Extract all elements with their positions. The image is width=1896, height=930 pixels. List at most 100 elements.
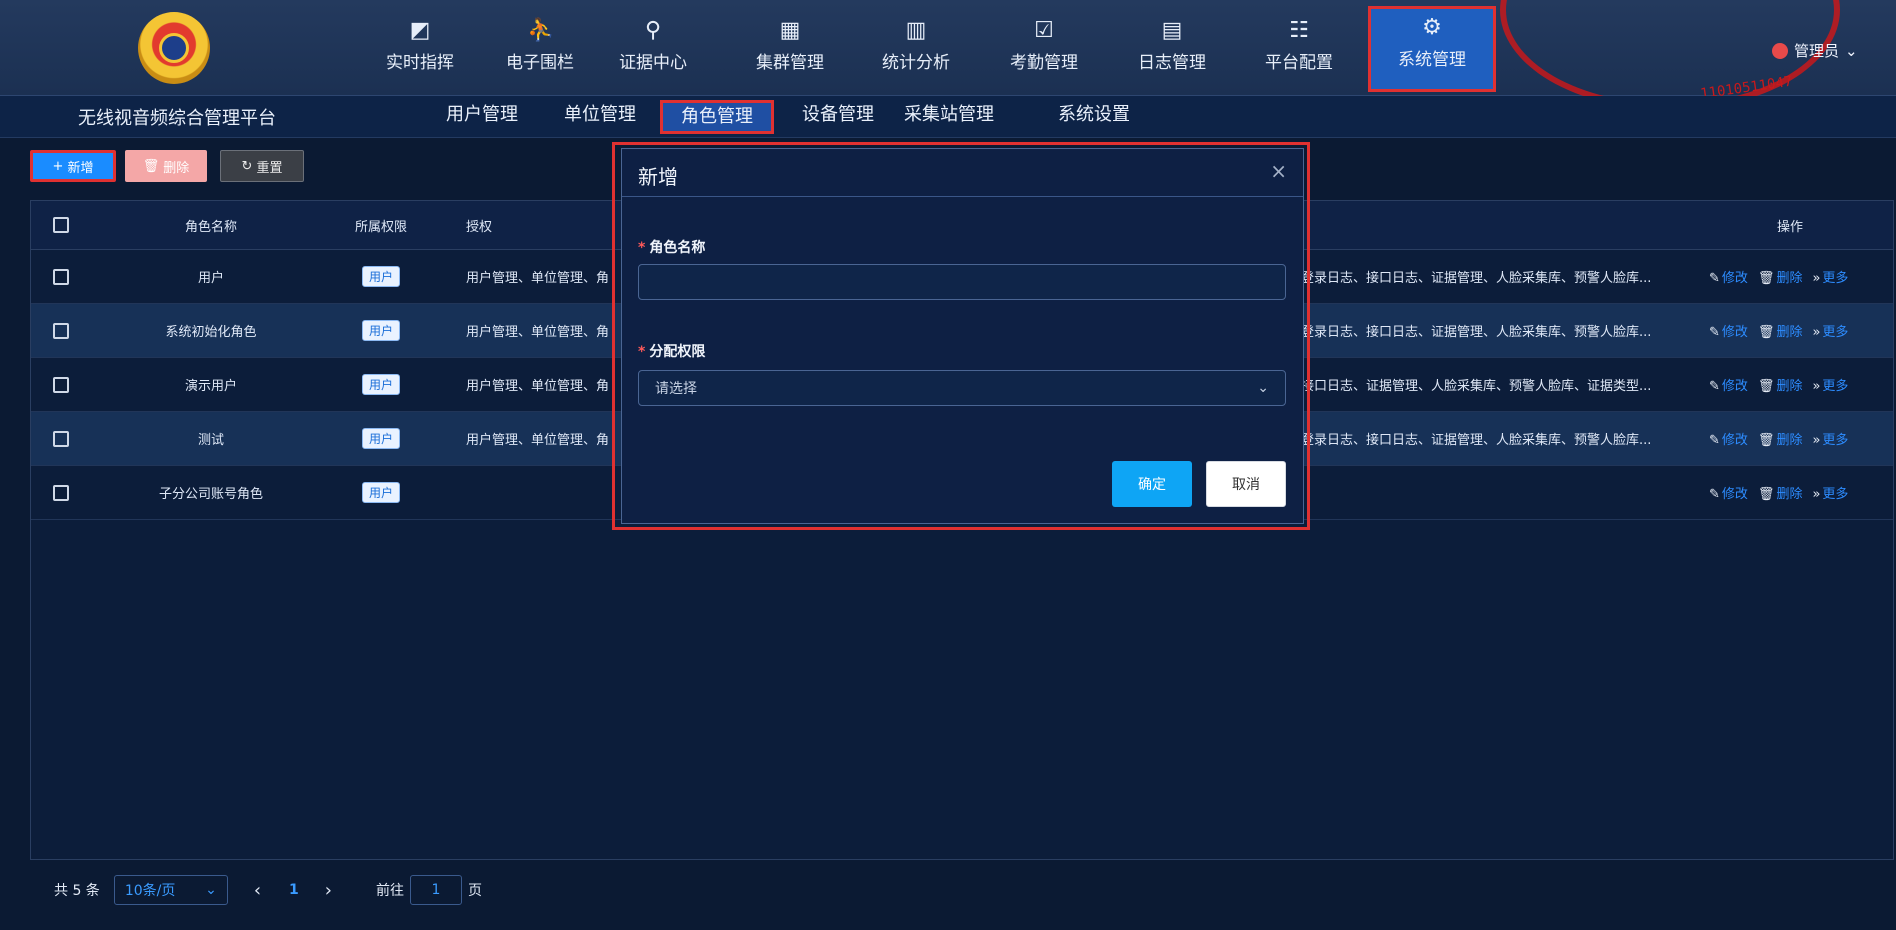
- goto-label: 前往: [375, 883, 404, 899]
- confirm-button[interactable]: 确定: [1112, 461, 1192, 507]
- scope-tag: 用户: [361, 374, 400, 395]
- role-name: 用户: [197, 271, 224, 286]
- double-chevron-icon: »: [1812, 271, 1821, 286]
- select-all-checkbox[interactable]: [53, 217, 69, 233]
- police-emblem-logo: [138, 12, 210, 84]
- header-ops: 操作: [1777, 219, 1804, 235]
- subnav-user-management[interactable]: 用户管理: [428, 100, 536, 134]
- double-chevron-icon: »: [1812, 487, 1821, 502]
- auth-text: 用户管理、单位管理、角: [466, 433, 610, 448]
- role-name: 子分公司账号角色: [158, 487, 263, 502]
- trash-icon: 🗑: [142, 158, 160, 174]
- role-name: 演示用户: [184, 379, 237, 394]
- current-page[interactable]: 1: [289, 882, 299, 898]
- more-link[interactable]: » 更多: [1812, 483, 1848, 502]
- user-name: 管理员: [1794, 42, 1840, 60]
- plus-icon: +: [52, 158, 64, 174]
- nav-statistics[interactable]: ▥ 统计分析: [866, 12, 966, 88]
- user-menu[interactable]: 管理员 ⌄: [1772, 40, 1858, 61]
- bar-chart-icon: ▥: [905, 18, 927, 43]
- role-name-input[interactable]: [638, 264, 1286, 300]
- row-checkbox[interactable]: [53, 268, 69, 285]
- delete-link[interactable]: 🗑 删除: [1758, 429, 1803, 448]
- nav-log-management[interactable]: ▤ 日志管理: [1122, 12, 1222, 88]
- more-link[interactable]: » 更多: [1812, 375, 1848, 394]
- prev-page-icon[interactable]: ‹: [254, 880, 261, 901]
- edit-link[interactable]: ✎ 修改: [1709, 267, 1748, 286]
- pencil-icon: ✎: [1709, 487, 1720, 502]
- subnav-system-settings[interactable]: 系统设置: [1040, 100, 1148, 134]
- nav-realtime-command[interactable]: ◩ 实时指挥: [370, 12, 470, 88]
- auth-text-right: 登录日志、接口日志、证据管理、人脸采集库、预警人脸库...: [1301, 433, 1652, 448]
- add-role-dialog: 新增 × * 角色名称 * 分配权限 请选择 ⌄ 确定 取消: [621, 148, 1304, 524]
- calendar-check-icon: ☑: [1034, 18, 1054, 43]
- goto-page-input[interactable]: 1: [409, 875, 462, 905]
- trash-icon: 🗑: [1757, 271, 1775, 286]
- next-page-icon[interactable]: ›: [325, 880, 332, 901]
- dialog-title: 新增: [638, 165, 678, 189]
- delete-button[interactable]: 🗑 删除: [125, 150, 207, 182]
- top-nav-bar: ◩ 实时指挥 ⛹ 电子围栏 ⚲ 证据中心 ▦ 集群管理 ▥ 统计分析 ☑ 考勤管…: [0, 0, 1896, 110]
- required-mark: *: [638, 240, 646, 256]
- fence-runner-icon: ⛹: [527, 18, 555, 43]
- role-name: 测试: [197, 433, 224, 448]
- more-link[interactable]: » 更多: [1812, 267, 1848, 286]
- config-grid-icon: ☷: [1289, 18, 1309, 43]
- permission-select[interactable]: 请选择 ⌄: [638, 370, 1286, 406]
- delete-link[interactable]: 🗑 删除: [1758, 375, 1803, 394]
- pencil-icon: ✎: [1709, 325, 1720, 340]
- double-chevron-icon: »: [1812, 379, 1821, 394]
- nav-cluster-management[interactable]: ▦ 集群管理: [740, 12, 840, 88]
- system-settings-icon: ⚙: [1422, 15, 1442, 40]
- nav-attendance[interactable]: ☑ 考勤管理: [994, 12, 1094, 88]
- log-doc-icon: ▤: [1161, 18, 1183, 43]
- edit-link[interactable]: ✎ 修改: [1709, 429, 1748, 448]
- permission-label: * 分配权限: [638, 344, 706, 360]
- subnav-station-management[interactable]: 采集站管理: [886, 100, 1012, 134]
- total-count: 共 5 条: [54, 883, 100, 899]
- required-mark: *: [638, 344, 646, 360]
- delete-link[interactable]: 🗑 删除: [1758, 267, 1803, 286]
- nav-platform-config[interactable]: ☷ 平台配置: [1249, 12, 1349, 88]
- add-button[interactable]: + 新增: [30, 150, 116, 182]
- nav-evidence-center[interactable]: ⚲ 证据中心: [603, 12, 703, 88]
- more-link[interactable]: » 更多: [1812, 321, 1848, 340]
- reset-button[interactable]: ↻ 重置: [220, 150, 304, 182]
- nav-system-management[interactable]: ⚙ 系统管理: [1368, 6, 1496, 92]
- cancel-button[interactable]: 取消: [1206, 461, 1286, 507]
- nav-geofence[interactable]: ⛹ 电子围栏: [490, 12, 590, 88]
- row-checkbox[interactable]: [53, 430, 69, 447]
- sub-nav-bar: 无线视音频综合管理平台 用户管理 单位管理 角色管理 设备管理 采集站管理 系统…: [0, 96, 1896, 138]
- delete-link[interactable]: 🗑 删除: [1758, 483, 1803, 502]
- role-name-label: * 角色名称: [638, 240, 706, 256]
- auth-text-right: 登录日志、接口日志、证据管理、人脸采集库、预警人脸库...: [1301, 271, 1652, 286]
- pagination: 共 5 条 10条/页 ⌄ ‹ 1 › 前往 1 页: [54, 875, 482, 905]
- edit-link[interactable]: ✎ 修改: [1709, 483, 1748, 502]
- scope-tag: 用户: [361, 320, 400, 341]
- row-checkbox[interactable]: [53, 322, 69, 339]
- row-checkbox[interactable]: [53, 484, 69, 501]
- pencil-icon: ✎: [1709, 271, 1720, 286]
- subnav-role-management[interactable]: 角色管理: [660, 100, 774, 134]
- edit-link[interactable]: ✎ 修改: [1709, 321, 1748, 340]
- auth-text: 用户管理、单位管理、角: [466, 271, 610, 286]
- delete-link[interactable]: 🗑 删除: [1758, 321, 1803, 340]
- subnav-device-management[interactable]: 设备管理: [784, 100, 892, 134]
- user-avatar-icon: [1772, 42, 1788, 59]
- header-scope: 所属权限: [354, 219, 407, 235]
- chevron-down-icon: ⌄: [205, 882, 217, 898]
- trash-icon: 🗑: [1757, 487, 1775, 502]
- close-icon[interactable]: ×: [1270, 159, 1287, 183]
- row-checkbox[interactable]: [53, 376, 69, 393]
- auth-text-right: 登录日志、接口日志、证据管理、人脸采集库、预警人脸库...: [1301, 325, 1652, 340]
- scope-tag: 用户: [361, 428, 400, 449]
- subnav-unit-management[interactable]: 单位管理: [546, 100, 654, 134]
- chevron-down-icon: ⌄: [1257, 380, 1269, 396]
- page-size-select[interactable]: 10条/页 ⌄: [113, 875, 228, 905]
- more-link[interactable]: » 更多: [1812, 429, 1848, 448]
- edit-link[interactable]: ✎ 修改: [1709, 375, 1748, 394]
- trash-icon: 🗑: [1757, 433, 1775, 448]
- refresh-icon: ↻: [241, 158, 253, 174]
- auth-text: 用户管理、单位管理、角: [466, 325, 610, 340]
- header-auth: 授权: [466, 219, 493, 235]
